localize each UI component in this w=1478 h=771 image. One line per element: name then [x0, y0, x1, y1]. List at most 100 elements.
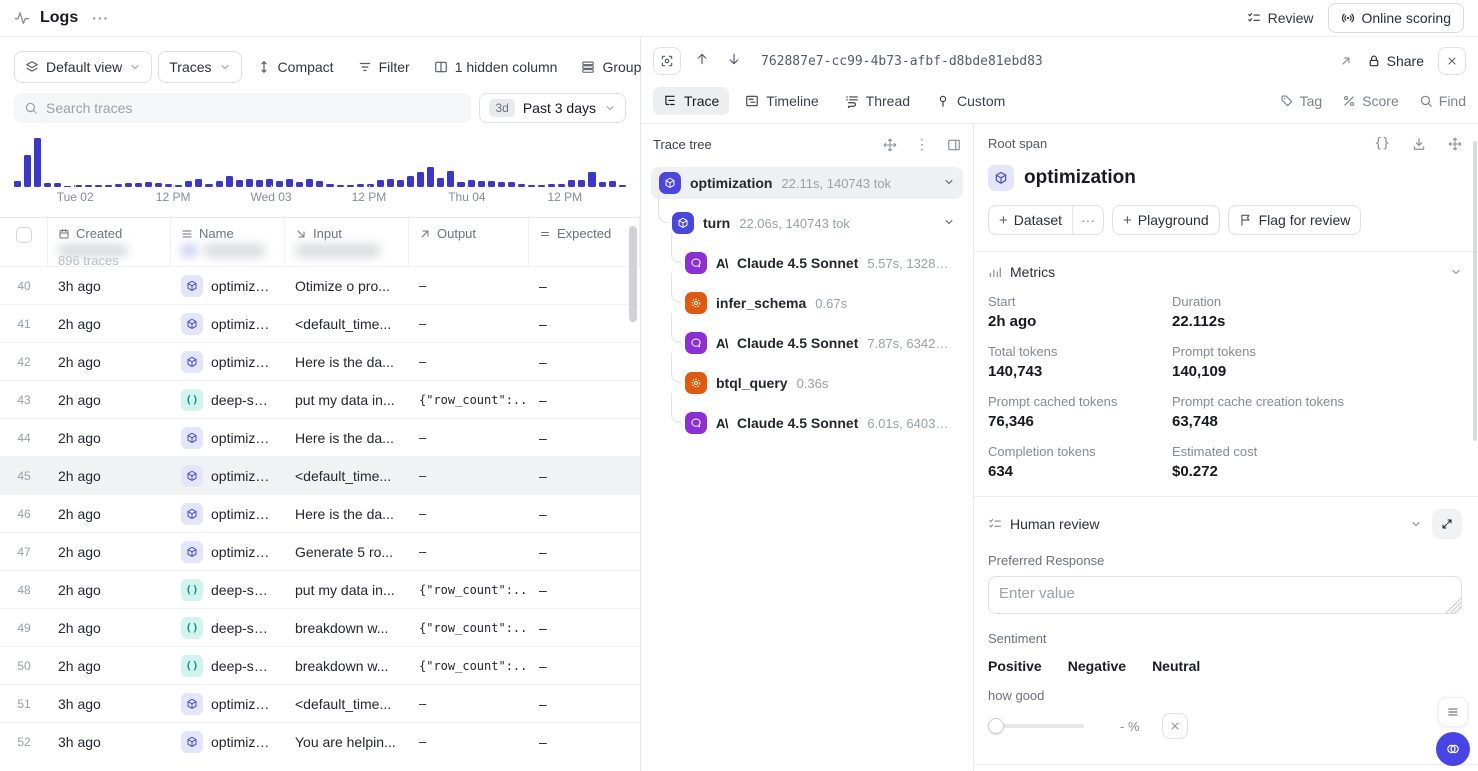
histogram-bar[interactable] [306, 179, 313, 187]
group-button[interactable]: Group [572, 51, 650, 83]
histogram-bar[interactable] [236, 180, 243, 187]
flag-for-review-button[interactable]: Flag for review [1228, 205, 1362, 235]
histogram-bar[interactable] [468, 180, 475, 187]
tree-node-infer-schema[interactable]: infer_schema0.67s [677, 287, 963, 319]
move-icon[interactable] [1448, 137, 1462, 151]
previous-trace-button[interactable] [691, 52, 713, 70]
trace-volume-histogram[interactable]: Tue 0212 PMWed 0312 PMThu 0412 PM [0, 133, 640, 209]
table-row[interactable]: 412h agooptimizati...<default_time...–– [0, 304, 640, 342]
human-review-section-header[interactable]: Human review [988, 509, 1462, 539]
histogram-bar[interactable] [286, 179, 293, 187]
tag-button[interactable]: Tag [1280, 93, 1323, 109]
table-row[interactable]: 432h ago()deep-sea...put my data in...{"… [0, 380, 640, 418]
tree-node-claude-4-5-sonnet[interactable]: A\Claude 4.5 Sonnet7.87s, 63426 tok [677, 327, 963, 359]
view-json-button[interactable]: {} [1374, 136, 1390, 151]
table-row[interactable]: 422h agooptimizati...Here is the da...–– [0, 342, 640, 380]
histogram-bar[interactable] [447, 171, 454, 187]
column-header-expected[interactable]: Expected [529, 218, 640, 266]
dataset-more-button[interactable]: ··· [1073, 206, 1103, 234]
open-playground-button[interactable]: +Playground [1112, 205, 1220, 235]
chevron-down-icon[interactable] [943, 215, 955, 231]
sentiment-option-neutral[interactable]: Neutral [1152, 658, 1200, 674]
tab-thread[interactable]: Thread [835, 87, 920, 115]
clear-score-button[interactable] [1162, 713, 1188, 739]
histogram-bar[interactable] [437, 178, 444, 187]
histogram-bar[interactable] [387, 179, 394, 187]
histogram-bar[interactable] [588, 172, 595, 187]
tree-node-turn[interactable]: turn22.06s, 140743 tok [664, 207, 963, 239]
compact-button[interactable]: Compact [248, 51, 343, 83]
slider-knob[interactable] [988, 718, 1004, 734]
find-button[interactable]: Find [1419, 93, 1466, 109]
histogram-bar[interactable] [246, 179, 253, 187]
open-fullscreen-icon[interactable] [1339, 54, 1353, 68]
search-input[interactable] [46, 100, 461, 116]
column-header-created[interactable]: Created 896 traces [48, 218, 171, 266]
column-header-output[interactable]: Output [409, 218, 529, 266]
preferred-response-input[interactable] [988, 576, 1462, 614]
table-scrollbar[interactable] [629, 226, 637, 322]
chevron-down-icon[interactable] [1450, 266, 1462, 278]
tree-node-claude-4-5-sonnet[interactable]: A\Claude 4.5 Sonnet5.57s, 13283 tok [677, 247, 963, 279]
view-selector[interactable]: Default view [14, 51, 152, 83]
time-range-selector[interactable]: 3d Past 3 days [479, 93, 626, 123]
tab-trace[interactable]: Trace [653, 87, 729, 115]
table-row[interactable]: 452h agooptimizati...<default_time...–– [0, 456, 640, 494]
tab-timeline[interactable]: Timeline [735, 87, 828, 115]
assistant-logo-button[interactable] [1436, 732, 1470, 766]
side-panel-icon[interactable] [947, 138, 961, 152]
add-to-dataset-button[interactable]: +Dataset ··· [988, 205, 1104, 235]
trace-id[interactable]: 762887e7-cc99-4b73-afbf-d8bde81ebd83 [761, 54, 1329, 69]
share-button[interactable]: Share [1367, 53, 1424, 69]
tree-node-optimization[interactable]: optimization22.11s, 140743 tok [651, 167, 963, 199]
tree-options-button[interactable]: ⋮ [915, 136, 929, 153]
tree-node-claude-4-5-sonnet[interactable]: A\Claude 4.5 Sonnet6.01s, 64034 tok [677, 407, 963, 439]
next-trace-button[interactable] [723, 52, 745, 70]
hidden-column-button[interactable]: 1 hidden column [425, 51, 567, 83]
chevron-down-icon[interactable] [1410, 518, 1422, 530]
floating-menu-button[interactable] [1438, 697, 1468, 727]
filter-button[interactable]: Filter [349, 51, 419, 83]
table-row[interactable]: 502h ago()deep-sea...breakdown w...{"row… [0, 646, 640, 684]
histogram-bar[interactable] [226, 176, 233, 187]
histogram-bar[interactable] [34, 138, 41, 187]
review-button[interactable]: Review [1247, 10, 1314, 26]
table-row[interactable]: 462h agooptimizati...Here is the da...–– [0, 494, 640, 532]
download-span-button[interactable] [1412, 137, 1426, 151]
page-menu-button[interactable]: ··· [88, 10, 113, 26]
histogram-bar[interactable] [377, 180, 384, 187]
online-scoring-button[interactable]: Online scoring [1328, 3, 1465, 33]
histogram-bar[interactable] [195, 179, 202, 187]
metrics-section-header[interactable]: Metrics [988, 264, 1462, 280]
expand-review-button[interactable] [1432, 509, 1462, 539]
chevron-down-icon[interactable] [943, 175, 955, 191]
table-row[interactable]: 472h agooptimizati...Generate 5 ro...–– [0, 532, 640, 570]
move-icon[interactable] [883, 138, 897, 152]
column-header-input[interactable]: Input [285, 218, 409, 266]
traces-selector[interactable]: Traces [158, 51, 241, 83]
table-row[interactable]: 523h agooptimizati...You are helpin...–– [0, 722, 640, 760]
tab-custom[interactable]: Custom [926, 87, 1015, 115]
how-good-slider[interactable] [988, 718, 1084, 734]
score-button[interactable]: Score [1342, 93, 1399, 109]
table-row[interactable]: 403h agooptimizati...Otimize o pro...–– [0, 266, 640, 304]
table-row[interactable]: 442h agooptimizati...Here is the da...–– [0, 418, 640, 456]
column-header-name[interactable]: Name [171, 218, 285, 266]
table-row[interactable]: 482h ago()deep-sea...put my data in...{"… [0, 570, 640, 608]
table-row[interactable]: 492h ago()deep-sea...breakdown w...{"row… [0, 608, 640, 646]
histogram-bar[interactable] [427, 167, 434, 187]
histogram-bar[interactable] [407, 176, 414, 187]
histogram-bar[interactable] [578, 180, 585, 187]
histogram-bar[interactable] [24, 155, 31, 187]
select-all-checkbox[interactable] [16, 227, 32, 243]
detail-scrollbar[interactable] [1473, 141, 1477, 441]
histogram-bar[interactable] [397, 180, 404, 187]
histogram-bar[interactable] [417, 172, 424, 187]
focus-span-button[interactable] [653, 47, 681, 75]
histogram-bar[interactable] [568, 180, 575, 187]
close-panel-button[interactable] [1438, 47, 1466, 75]
tree-node-btql-query[interactable]: btql_query0.36s [677, 367, 963, 399]
sentiment-option-positive[interactable]: Positive [988, 658, 1042, 674]
table-row[interactable]: 513h agooptimizati...<default_time...–– [0, 684, 640, 722]
histogram-bar[interactable] [256, 180, 263, 187]
